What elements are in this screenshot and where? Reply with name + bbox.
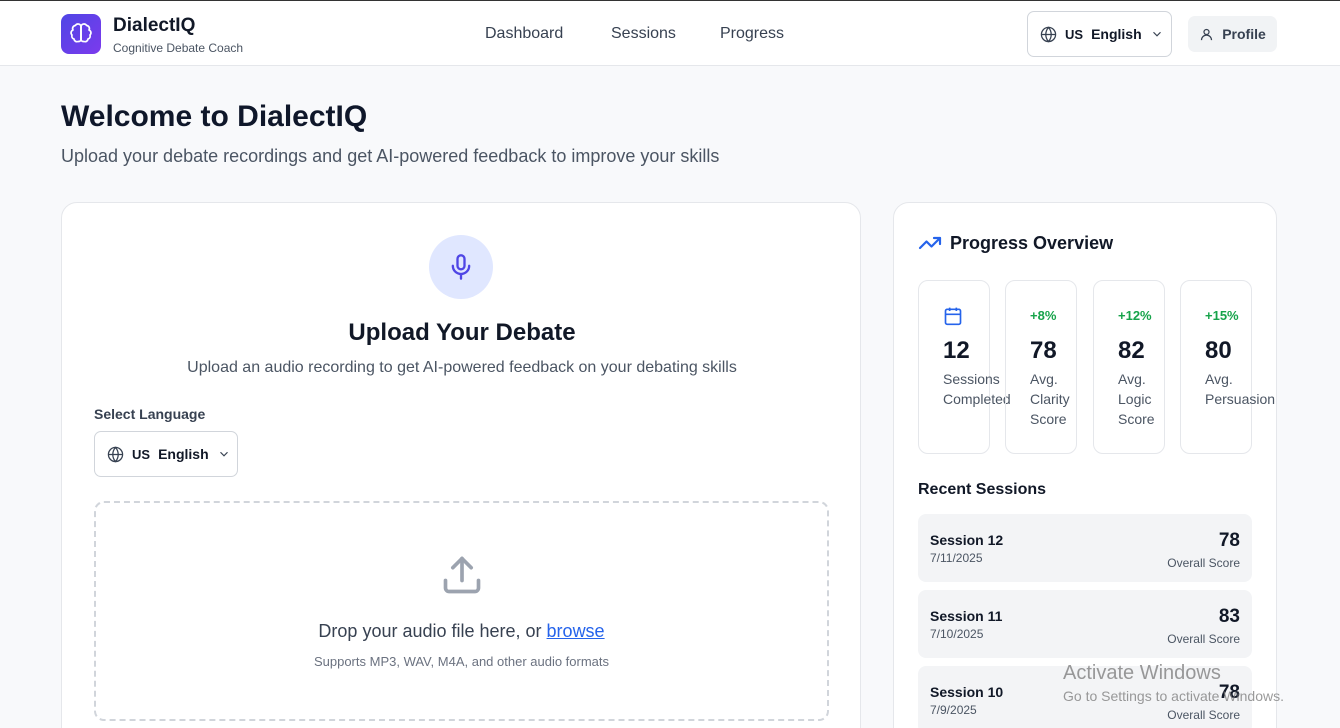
session-score: 83 [1218, 606, 1240, 627]
trending-up-icon [918, 236, 942, 250]
nav-sessions[interactable]: Sessions [611, 25, 676, 43]
progress-overview-card: Progress Overview 12 Sessions Completed … [893, 202, 1277, 728]
recent-sessions-title: Recent Sessions [918, 481, 1047, 498]
stat-delta: +15% [1205, 308, 1239, 323]
brand-name: DialectIQ [113, 15, 196, 36]
language-name: English [158, 446, 209, 462]
upload-icon [443, 556, 481, 594]
language-flag: US [1065, 26, 1084, 42]
session-date: 7/11/2025 [930, 551, 983, 565]
stat-value: 80 [1205, 337, 1232, 364]
stat-value: 82 [1118, 337, 1145, 364]
stat-delta: +8% [1030, 308, 1057, 323]
profile-label: Profile [1222, 26, 1266, 42]
drop-text: Drop your audio file here, or browse [96, 621, 827, 642]
session-item[interactable]: Session 10 7/9/2025 78 Overall Score [918, 666, 1252, 728]
profile-button[interactable]: Profile [1188, 16, 1277, 52]
format-hint: Supports MP3, WAV, M4A, and other audio … [313, 654, 610, 669]
chevron-down-icon [1152, 31, 1161, 37]
stat-value: 78 [1030, 337, 1057, 364]
session-score-label: Overall Score [1167, 556, 1240, 570]
language-select[interactable]: US English [94, 431, 238, 477]
upload-card: Upload Your Debate Upload an audio recor… [61, 202, 861, 728]
drop-instruction: Drop your audio file here, or [318, 621, 547, 641]
stat-sessions: 12 Sessions Completed [918, 280, 1011, 454]
stat-label: Avg. Clarity Score [1030, 371, 1070, 427]
top-navbar: DialectIQ Cognitive Debate Coach Dashboa… [0, 0, 1340, 66]
user-icon [1201, 28, 1213, 40]
session-score-label: Overall Score [1167, 632, 1240, 646]
session-date: 7/9/2025 [930, 703, 977, 717]
stat-label: Avg. Persuasion [1205, 371, 1276, 407]
browse-link[interactable]: browse [547, 621, 605, 641]
nav-dashboard[interactable]: Dashboard [485, 25, 563, 43]
audio-dropzone[interactable]: Drop your audio file here, or browse Sup… [94, 501, 829, 721]
session-item[interactable]: Session 12 7/11/2025 78 Overall Score [918, 514, 1252, 582]
stat-value: 12 [943, 337, 970, 364]
session-score: 78 [1218, 682, 1240, 703]
nav-progress[interactable]: Progress [720, 25, 784, 43]
language-label: Select Language [94, 406, 206, 422]
session-name: Session 12 [930, 532, 1004, 548]
globe-icon [107, 445, 124, 463]
session-name: Session 11 [930, 608, 1003, 624]
session-score: 78 [1218, 530, 1240, 551]
brand-subtitle: Cognitive Debate Coach [113, 41, 244, 55]
language-flag: US [132, 446, 151, 462]
page-title: Welcome to DialectIQ [61, 100, 368, 133]
progress-title: Progress Overview [950, 233, 1114, 253]
language-select-header[interactable]: US English [1027, 11, 1172, 57]
stat-persuasion: +15% 80 Avg. Persuasion [1180, 280, 1276, 454]
calendar-icon [944, 307, 962, 326]
stat-label: Avg. Logic Score [1118, 371, 1155, 427]
stat-logic: +12% 82 Avg. Logic Score [1093, 280, 1165, 454]
upload-subtitle: Upload an audio recording to get AI-powe… [187, 359, 737, 376]
upload-title: Upload Your Debate [348, 319, 576, 346]
stat-delta: +12% [1118, 308, 1152, 323]
session-date: 7/10/2025 [930, 627, 984, 641]
brain-logo-icon[interactable] [61, 14, 101, 54]
language-name: English [1091, 26, 1142, 42]
session-score-label: Overall Score [1167, 708, 1240, 722]
chevron-down-icon [219, 451, 228, 457]
microphone-icon [429, 235, 493, 299]
page-subtitle: Upload your debate recordings and get AI… [61, 146, 720, 166]
session-item[interactable]: Session 11 7/10/2025 83 Overall Score [918, 590, 1252, 658]
globe-icon [1040, 25, 1057, 43]
stat-clarity: +8% 78 Avg. Clarity Score [1005, 280, 1077, 454]
session-name: Session 10 [930, 684, 1004, 700]
